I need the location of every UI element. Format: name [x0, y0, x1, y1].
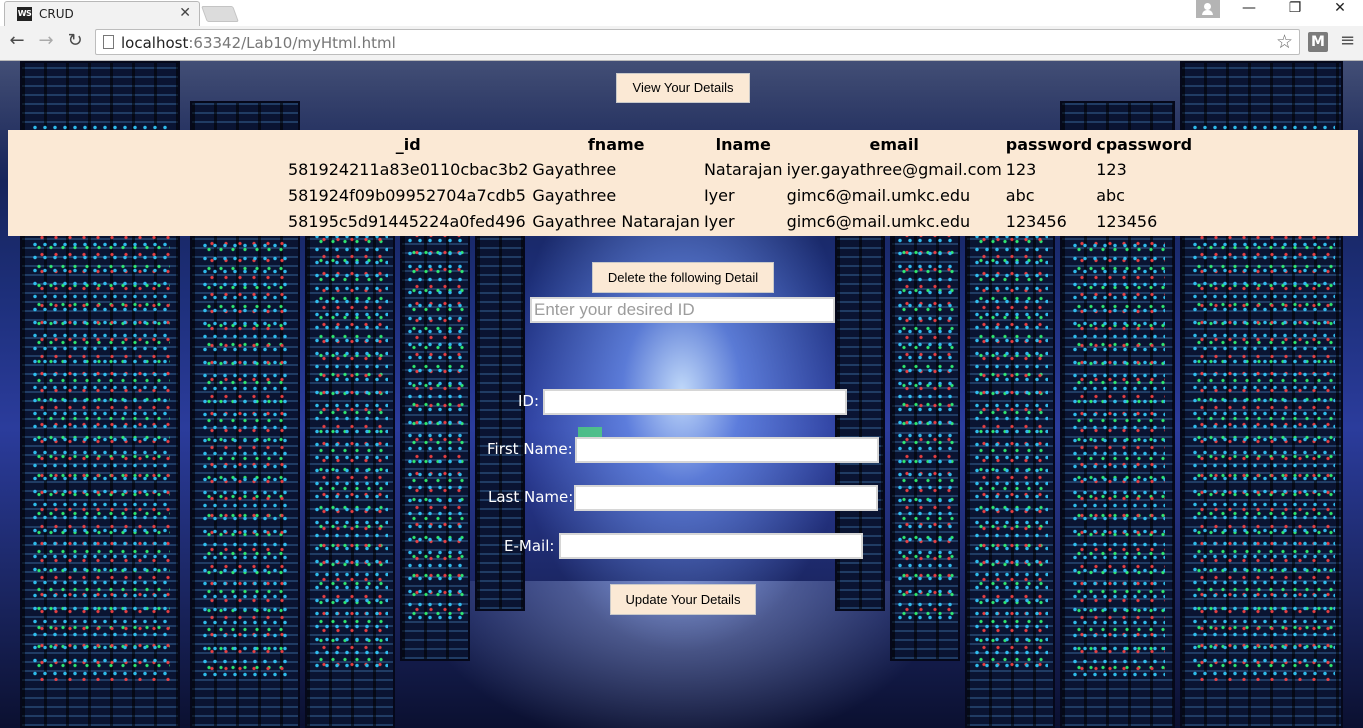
- cell-email: iyer.gayathree@gmail.com: [786, 159, 1002, 179]
- cell-email: gimc6@mail.umkc.edu: [786, 185, 971, 205]
- chrome-menu-icon[interactable]: ≡: [1340, 30, 1355, 51]
- column-header-lname: lname: [715, 134, 771, 154]
- table-row: 581924211a83e0110cbac3b2 Gayathree Natar…: [286, 156, 1194, 182]
- page-viewport: View Your Details _id fname lname email …: [0, 61, 1363, 728]
- url-path: :63342/Lab10/myHtml.html: [188, 34, 396, 52]
- cell-email: gimc6@mail.umkc.edu: [786, 211, 971, 231]
- column-header-email: email: [869, 134, 919, 154]
- minimize-icon[interactable]: —: [1226, 0, 1272, 24]
- back-arrow-icon[interactable]: ←: [5, 30, 29, 54]
- column-header-id: _id: [395, 134, 421, 154]
- cell-fname: Gayathree: [532, 185, 617, 205]
- view-details-button[interactable]: View Your Details: [616, 73, 750, 103]
- extension-m-icon[interactable]: M: [1308, 32, 1328, 52]
- page-icon: [103, 35, 114, 49]
- background-rack-lights: [972, 191, 1048, 671]
- forward-arrow-icon[interactable]: →: [34, 30, 58, 54]
- background-rack-lights: [405, 221, 465, 621]
- user-profile-icon[interactable]: [1196, 0, 1220, 18]
- first-name-label: First Name:: [487, 440, 573, 458]
- table-header-row: _id fname lname email password cpassword: [286, 132, 1194, 156]
- url-host: localhost: [121, 34, 189, 52]
- tab-close-icon[interactable]: ✕: [179, 5, 191, 21]
- delete-detail-button[interactable]: Delete the following Detail: [592, 262, 774, 293]
- cell-id: 581924f09b09952704a7cdb5: [288, 185, 526, 205]
- update-details-button[interactable]: Update Your Details: [610, 584, 756, 615]
- last-name-field[interactable]: [574, 485, 878, 511]
- last-name-label: Last Name:: [488, 488, 574, 506]
- address-bar[interactable]: localhost:63342/Lab10/myHtml.html ☆: [95, 29, 1300, 55]
- cell-password: 123456: [1005, 211, 1067, 231]
- tab-crud[interactable]: WS CRUD ✕: [4, 1, 200, 26]
- cell-cpassword: abc: [1096, 185, 1125, 205]
- id-label: ID:: [518, 392, 540, 410]
- cell-lname: Iyer: [703, 185, 735, 205]
- background-rack-lights: [200, 161, 290, 681]
- background-rack-lights: [1070, 161, 1165, 681]
- tab-title: CRUD: [39, 7, 74, 21]
- id-field[interactable]: [543, 389, 847, 415]
- url-text[interactable]: localhost:63342/Lab10/myHtml.html: [121, 34, 396, 52]
- first-name-field[interactable]: [575, 437, 879, 463]
- cell-id: 58195c5d91445224a0fed496: [288, 211, 526, 231]
- cell-cpassword: 123: [1096, 159, 1127, 179]
- background-rack-lights: [312, 191, 388, 671]
- tab-strip: WS CRUD ✕ — ❐ ✕: [0, 0, 1363, 26]
- restore-icon[interactable]: ❐: [1272, 0, 1318, 24]
- browser-chrome: WS CRUD ✕ — ❐ ✕ ← → ↻ localhost:63342/La…: [0, 0, 1363, 61]
- column-header-fname: fname: [587, 134, 645, 154]
- cell-password: 123: [1005, 159, 1037, 179]
- delete-id-input[interactable]: [530, 297, 835, 323]
- cell-cpassword: 123456: [1096, 211, 1158, 231]
- webstorm-favicon-icon: WS: [17, 7, 32, 21]
- cell-fname: Gayathree Natarajan: [532, 211, 700, 231]
- reload-icon[interactable]: ↻: [63, 30, 87, 54]
- window-close-icon[interactable]: ✕: [1317, 0, 1363, 24]
- cell-password: abc: [1005, 185, 1035, 205]
- browser-toolbar: ← → ↻ localhost:63342/Lab10/myHtml.html …: [0, 26, 1363, 60]
- table-row: 58195c5d91445224a0fed496 Gayathree Natar…: [286, 208, 1194, 234]
- cell-lname: Natarajan: [703, 159, 783, 179]
- column-header-password: password: [1005, 134, 1093, 154]
- exit-sign: [578, 427, 602, 437]
- bookmark-star-icon[interactable]: ☆: [1276, 31, 1293, 53]
- new-tab-button[interactable]: [201, 6, 239, 22]
- details-table: _id fname lname email password cpassword…: [286, 132, 1194, 234]
- email-field[interactable]: [559, 533, 863, 559]
- table-row: 581924f09b09952704a7cdb5 Gayathree Iyer …: [286, 182, 1194, 208]
- background-rack-lights: [895, 221, 955, 621]
- cell-lname: Iyer: [703, 211, 735, 231]
- email-label: E-Mail:: [504, 537, 555, 555]
- column-header-cpassword: cpassword: [1096, 134, 1193, 154]
- cell-id: 581924211a83e0110cbac3b2: [288, 159, 529, 179]
- details-table-panel: _id fname lname email password cpassword…: [8, 130, 1358, 236]
- cell-fname: Gayathree: [532, 159, 617, 179]
